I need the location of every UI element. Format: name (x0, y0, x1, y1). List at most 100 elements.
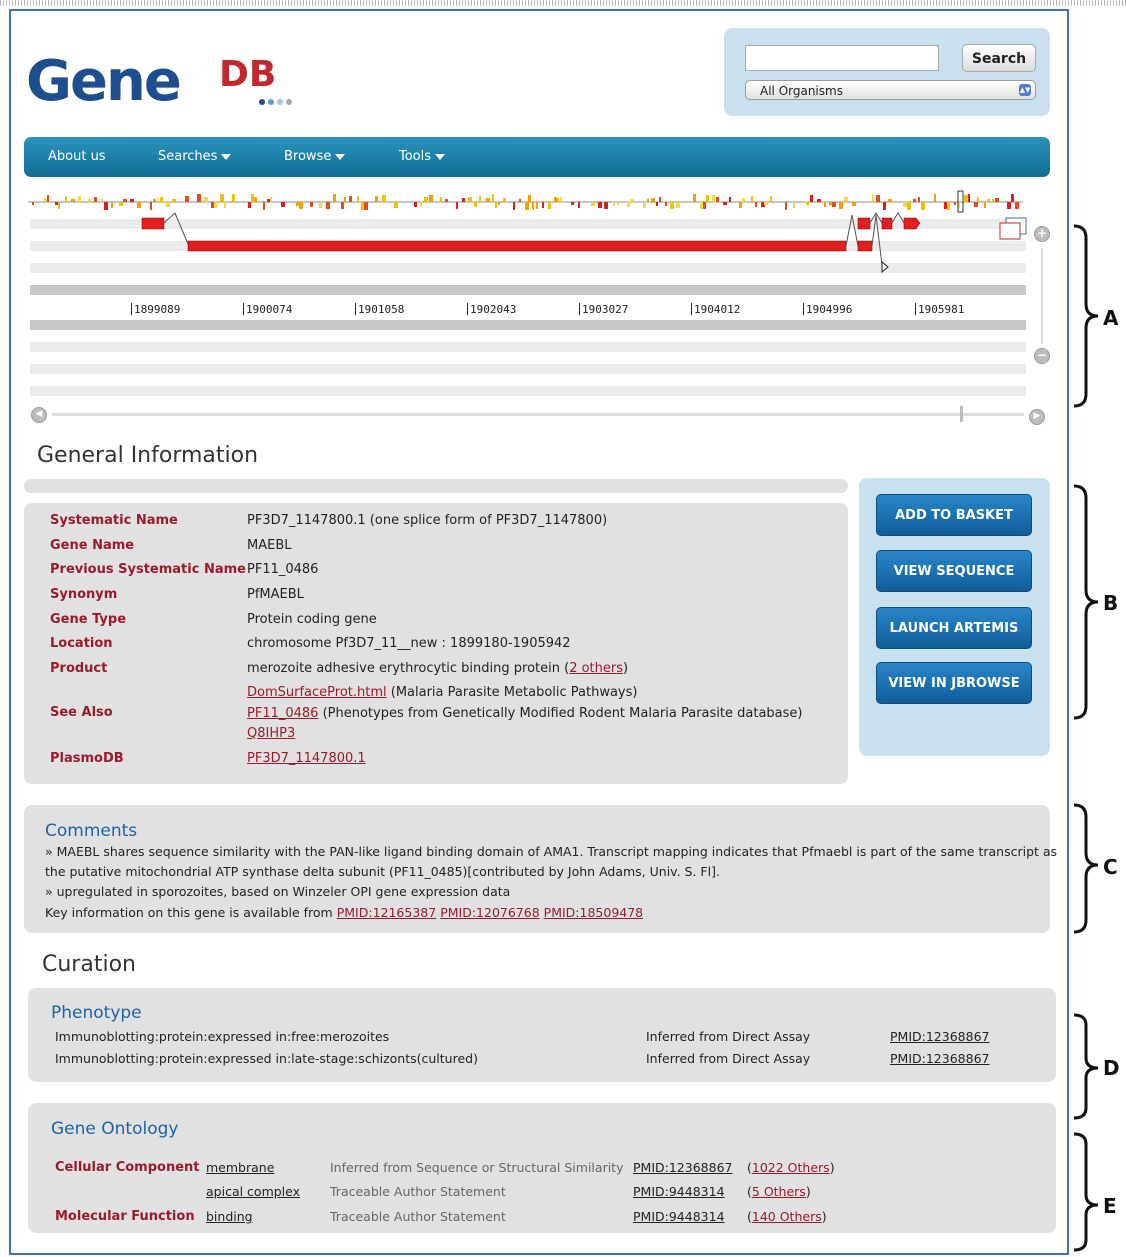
overview-feature-mark (944, 202, 947, 209)
launch-artemis-button[interactable]: LAUNCH ARTEMIS (876, 607, 1032, 649)
comments-title: Comments (45, 821, 138, 841)
overview-feature-mark (1011, 194, 1014, 202)
go-pmid-link[interactable]: PMID:9448314 (633, 1209, 725, 1224)
section-braces (1073, 224, 1099, 1252)
field-label: Location (50, 636, 113, 651)
organism-select[interactable]: All Organisms ▲▼ (745, 80, 1036, 100)
overview-feature-mark (578, 202, 580, 208)
add-to-basket-button[interactable]: ADD TO BASKET (876, 494, 1032, 536)
curation-title: Curation (42, 952, 136, 977)
overview-feature-mark (613, 202, 615, 206)
plasmodb-label: PlasmoDB (50, 751, 124, 766)
zoom-out-icon[interactable]: − (1034, 348, 1050, 364)
overview-feature-mark (832, 202, 836, 207)
domsurfaceprot-link[interactable]: DomSurfaceProt.html (247, 685, 387, 700)
overview-feature-mark (333, 194, 336, 202)
overview-feature-mark (995, 198, 999, 202)
overview-feature-mark (503, 198, 506, 202)
overview-feature-mark (712, 195, 715, 202)
field-label: Synonym (50, 587, 118, 602)
go-others-link[interactable]: 5 Others (752, 1184, 806, 1199)
overview-feature-mark (519, 199, 521, 202)
go-others: (5 Others) (747, 1184, 811, 1199)
pmid-link[interactable]: PMID:12076768 (440, 905, 539, 920)
ruler-bar-bottom (30, 320, 1026, 330)
overview-feature-mark (785, 202, 787, 210)
overview-feature-mark (921, 202, 925, 210)
paren: ) (805, 1184, 811, 1199)
q8ihp3-link[interactable]: Q8IHP3 (247, 726, 295, 741)
organism-select-value: All Organisms (760, 84, 843, 98)
overview-feature-mark (548, 202, 551, 209)
gene-ontology-title: Gene Ontology (51, 1119, 179, 1139)
overview-feature-mark (468, 197, 472, 202)
nav-searches-label: Searches (158, 149, 218, 164)
go-term-link[interactable]: apical complex (206, 1184, 300, 1199)
overview-feature-mark (94, 197, 97, 202)
nav-about-label: About us (48, 149, 106, 164)
overview-feature-mark (364, 202, 368, 210)
field-value: merozoite adhesive erythrocytic binding … (247, 661, 628, 676)
comment-line: the putative mitochondrial ATP synthase … (45, 864, 720, 879)
nav-searches[interactable]: Searches (158, 137, 232, 177)
search-input[interactable] (745, 45, 939, 71)
go-pmid-link[interactable]: PMID:12368867 (633, 1160, 732, 1175)
see-also-item: DomSurfaceProt.html (Malaria Parasite Me… (247, 685, 637, 700)
overview-feature-mark (525, 202, 529, 210)
ruler-tick-label: 1899089 (131, 303, 180, 316)
overview-feature-mark (693, 194, 696, 202)
nav-about-us[interactable]: About us (48, 137, 106, 177)
overview-feature-mark (968, 194, 970, 202)
search-button[interactable]: Search (962, 44, 1036, 72)
overview-feature-mark (160, 197, 163, 202)
overview-feature-mark (839, 202, 843, 209)
svg-text:Gene: Gene (26, 50, 180, 110)
go-pmid-link[interactable]: PMID:9448314 (633, 1184, 725, 1199)
label-e: E (1103, 1194, 1117, 1218)
feature-track (30, 386, 1026, 396)
scroll-thumb[interactable] (960, 406, 963, 422)
exon[interactable] (187, 240, 847, 252)
caret-down-icon (435, 153, 446, 160)
go-others-link[interactable]: 1022 Others (752, 1160, 830, 1175)
window-icon[interactable] (998, 216, 1028, 242)
view-sequence-button[interactable]: VIEW SEQUENCE (876, 550, 1032, 592)
scroll-right-icon[interactable]: ▶ (1029, 409, 1045, 425)
overview-feature-mark (643, 202, 646, 208)
genedb-logo[interactable]: Gene DB (26, 50, 346, 110)
zoom-in-icon[interactable]: + (1034, 226, 1050, 242)
gene-model[interactable] (130, 210, 930, 276)
pmid-link[interactable]: PMID:12165387 (337, 905, 436, 920)
overview-feature-mark (706, 195, 709, 202)
zoom-slider-track[interactable] (1041, 248, 1043, 344)
go-term-link[interactable]: membrane (206, 1160, 274, 1175)
nav-tools[interactable]: Tools (399, 137, 446, 177)
nav-browse[interactable]: Browse (284, 137, 346, 177)
overview-feature-mark (907, 202, 911, 210)
pmid-link[interactable]: PMID:18509478 (544, 905, 643, 920)
field-value-text: Protein coding gene (247, 612, 377, 627)
others-link[interactable]: 2 others (569, 661, 623, 676)
overview-feature-mark (65, 196, 67, 202)
field-label: Product (50, 661, 108, 676)
view-in-jbrowse-button[interactable]: VIEW IN JBROWSE (876, 662, 1032, 704)
go-term-link[interactable]: binding (206, 1209, 253, 1224)
overview-feature-mark (872, 194, 874, 202)
exon[interactable] (141, 217, 165, 230)
go-others-link[interactable]: 140 Others (752, 1209, 822, 1224)
scroll-left-icon[interactable]: ◀ (31, 407, 47, 423)
pf11-0486-link[interactable]: PF11_0486 (247, 706, 318, 721)
plasmodb-link[interactable]: PF3D7_1147800.1 (247, 751, 366, 766)
field-value: Protein coding gene (247, 612, 377, 627)
phenotype-pmid-link[interactable]: PMID:12368867 (890, 1029, 989, 1044)
overview-feature-mark (204, 197, 208, 202)
caret-down-icon (221, 153, 232, 160)
overview-feature-mark (157, 199, 159, 202)
overview-feature-mark (977, 197, 979, 202)
phenotype-pmid-link[interactable]: PMID:12368867 (890, 1051, 989, 1066)
overview-feature-mark (341, 202, 344, 209)
overview-feature-mark (119, 202, 123, 206)
overview-feature-mark (703, 202, 706, 209)
horizontal-scrollbar[interactable] (52, 413, 1024, 416)
overview-feature-mark (974, 202, 978, 207)
